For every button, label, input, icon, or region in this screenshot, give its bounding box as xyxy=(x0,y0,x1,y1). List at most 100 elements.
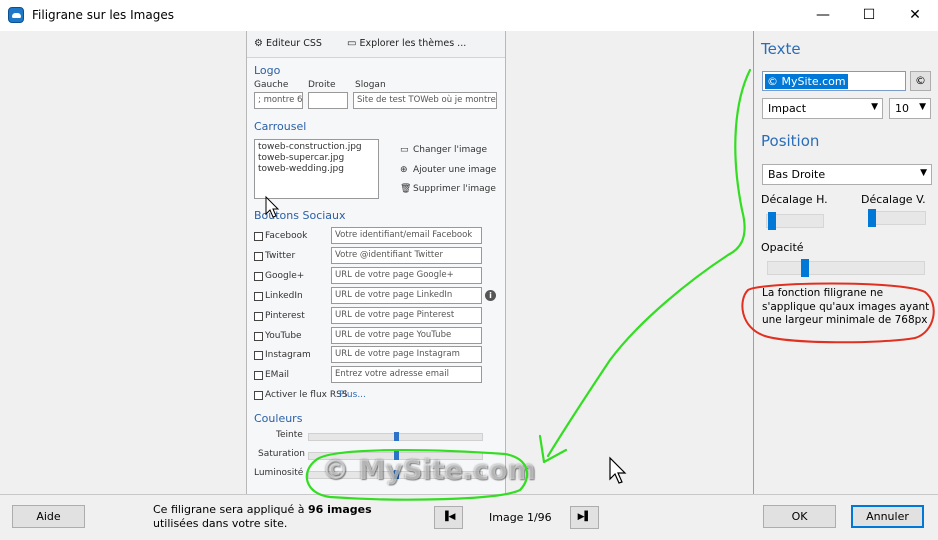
offset-h-slider-thumb[interactable] xyxy=(768,212,776,230)
change-image-action: ▭ Changer l'image xyxy=(400,145,487,155)
youtube-checkbox xyxy=(254,332,263,341)
minimum-width-note: La fonction filigrane ne s'applique qu'a… xyxy=(762,287,930,326)
logo-right-label: Droite xyxy=(308,80,336,90)
instagram-label: Instagram xyxy=(265,350,311,360)
settings-panel: Texte © MySite.com © Impact ▼ 10 ▼ Posit… xyxy=(753,31,938,494)
info-suffix: utilisées dans votre site. xyxy=(153,517,288,530)
logo-left-label: Gauche xyxy=(254,80,289,90)
preview-image: ⚙ Editeur CSS ▭ Explorer les thèmes ... … xyxy=(246,31,506,502)
tint-label: Teinte xyxy=(276,430,303,440)
add-icon: ⊕ xyxy=(400,165,408,175)
email-input: Entrez votre adresse email xyxy=(331,366,482,383)
offset-h-label: Décalage H. xyxy=(761,193,828,206)
first-image-button[interactable]: ▐◀ xyxy=(434,506,463,529)
logo-right-input xyxy=(308,92,348,109)
youtube-input: URL de votre page YouTube xyxy=(331,327,482,344)
css-editor-tool: ⚙ Editeur CSS xyxy=(254,38,322,49)
instagram-input: URL de votre page Instagram xyxy=(331,346,482,363)
copyright-button[interactable]: © xyxy=(910,71,931,91)
list-item: toweb-construction.jpg xyxy=(258,142,362,152)
delete-image-label: Supprimer l'image xyxy=(413,184,496,194)
font-size-value: 10 xyxy=(895,102,909,115)
delete-image-action: 🗑 Supprimer l'image xyxy=(400,184,496,194)
cancel-button[interactable]: Annuler xyxy=(851,505,924,528)
list-item: toweb-wedding.jpg xyxy=(258,164,344,174)
preview-toolbar: ⚙ Editeur CSS ▭ Explorer les thèmes ... xyxy=(247,31,505,58)
carousel-heading: Carrousel xyxy=(254,120,307,133)
info-prefix: Ce filigrane sera appliqué à xyxy=(153,503,308,516)
css-editor-label: Editeur CSS xyxy=(266,38,322,49)
font-size-select[interactable]: 10 ▼ xyxy=(889,98,931,119)
opacity-slider-thumb[interactable] xyxy=(801,259,809,277)
list-item: toweb-supercar.jpg xyxy=(258,153,345,163)
google-label: Google+ xyxy=(265,271,305,281)
logo-left-input: ; montre 63 xyxy=(254,92,303,109)
rss-text: Activer le flux RSS xyxy=(265,390,348,400)
position-value: Bas Droite xyxy=(768,168,826,181)
last-image-button[interactable]: ▶▌ xyxy=(570,506,599,529)
watermark-text-input[interactable]: © MySite.com xyxy=(762,71,906,91)
offset-v-slider[interactable] xyxy=(868,211,926,225)
twitter-input: Votre @identifiant Twitter xyxy=(331,247,482,264)
brightness-label: Luminosité xyxy=(254,468,304,478)
youtube-label: YouTube xyxy=(265,331,302,341)
info-count: 96 images xyxy=(308,503,372,516)
more-link: Plus... xyxy=(339,390,366,400)
text-section-heading: Texte xyxy=(761,40,801,58)
social-heading: Boutons Sociaux xyxy=(254,209,346,222)
image-counter: Image 1/96 xyxy=(489,511,552,524)
rss-checkbox xyxy=(254,391,263,400)
saturation-label: Saturation xyxy=(258,449,305,459)
ok-button[interactable]: OK xyxy=(763,505,836,528)
linkedin-input: URL de votre page LinkedIn xyxy=(331,287,482,304)
opacity-label: Opacité xyxy=(761,241,804,254)
watermark-count-info: Ce filigrane sera appliqué à 96 images u… xyxy=(153,503,403,531)
title-bar: Filigrane sur les Images — ☐ ✕ xyxy=(0,0,938,31)
skip-forward-icon: ▶▌ xyxy=(577,512,592,522)
watermark-preview-text: © MySite.com xyxy=(322,455,536,486)
bottom-bar: Aide Ce filigrane sera appliqué à 96 ima… xyxy=(0,494,938,540)
instagram-checkbox xyxy=(254,351,263,360)
add-image-action: ⊕ Ajouter une image xyxy=(400,165,496,175)
app-icon xyxy=(8,7,24,23)
close-button[interactable]: ✕ xyxy=(892,0,938,31)
facebook-checkbox xyxy=(254,232,263,241)
colors-heading: Couleurs xyxy=(254,412,303,425)
chevron-down-icon: ▼ xyxy=(919,102,926,112)
twitter-checkbox xyxy=(254,252,263,261)
watermark-text-value: © MySite.com xyxy=(765,74,848,89)
trash-icon: 🗑 xyxy=(400,184,412,194)
chevron-down-icon: ▼ xyxy=(871,102,878,112)
folder-icon: ▭ xyxy=(347,38,357,49)
pinterest-checkbox xyxy=(254,312,263,321)
minimize-button[interactable]: — xyxy=(800,0,846,31)
google-checkbox xyxy=(254,272,263,281)
info-icon: i xyxy=(485,290,496,301)
carousel-file-list: toweb-construction.jpg toweb-supercar.jp… xyxy=(254,139,379,199)
logo-slogan-input: Site de test TOWeb où je montre les xyxy=(353,92,497,109)
window-title: Filigrane sur les Images xyxy=(32,8,174,22)
twitter-label: Twitter xyxy=(265,251,296,261)
chevron-down-icon: ▼ xyxy=(920,168,927,178)
pinterest-label: Pinterest xyxy=(265,311,305,321)
add-image-label: Ajouter une image xyxy=(413,165,497,175)
font-select[interactable]: Impact ▼ xyxy=(762,98,883,119)
opacity-slider[interactable] xyxy=(767,261,925,275)
facebook-input: Votre identifiant/email Facebook xyxy=(331,227,482,244)
help-button[interactable]: Aide xyxy=(12,505,85,528)
facebook-label: Facebook xyxy=(265,231,308,241)
offset-v-slider-thumb[interactable] xyxy=(868,209,876,227)
email-label: EMail xyxy=(265,370,289,380)
pinterest-input: URL de votre page Pinterest xyxy=(331,307,482,324)
offset-v-label: Décalage V. xyxy=(861,193,926,206)
position-select[interactable]: Bas Droite ▼ xyxy=(762,164,932,185)
explore-themes-label: Explorer les thèmes ... xyxy=(359,38,467,49)
position-section-heading: Position xyxy=(761,132,820,150)
skip-back-icon: ▐◀ xyxy=(441,512,456,522)
email-checkbox xyxy=(254,371,263,380)
maximize-button[interactable]: ☐ xyxy=(846,0,892,31)
logo-slogan-label: Slogan xyxy=(355,80,386,90)
google-input: URL de votre page Google+ xyxy=(331,267,482,284)
tint-slider-thumb xyxy=(394,432,399,441)
linkedin-checkbox xyxy=(254,292,263,301)
